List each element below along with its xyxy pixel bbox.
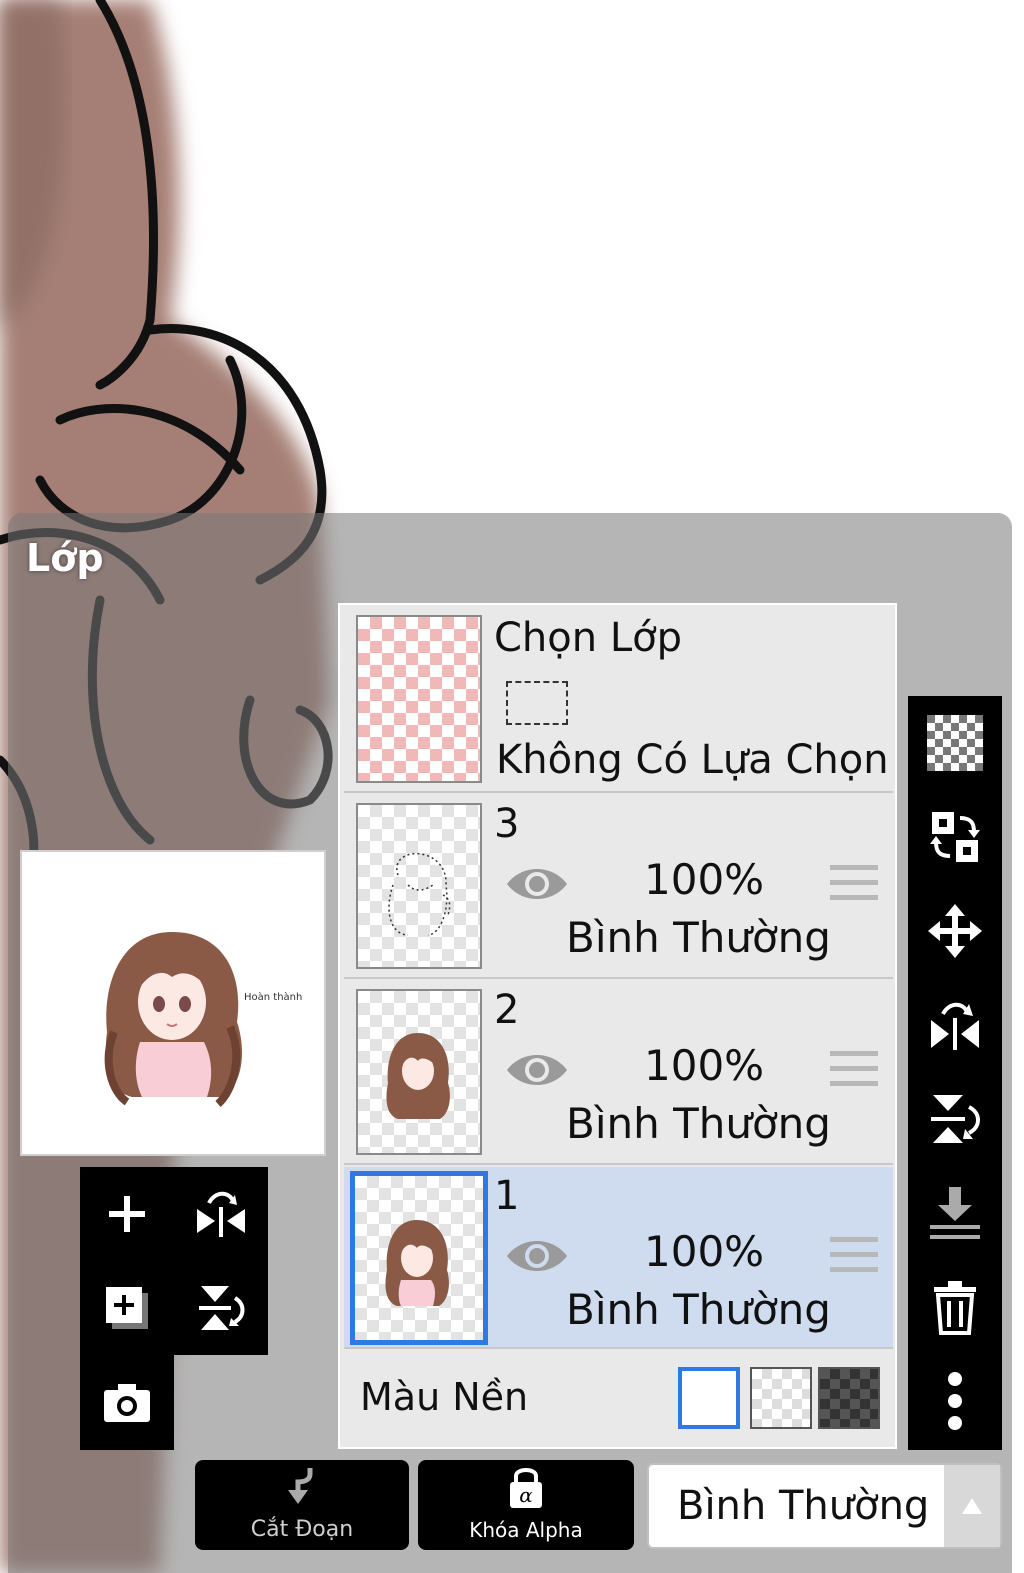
layer-thumbnail [356,989,482,1155]
preview-note: Hoàn thành [244,991,302,1003]
layer-name: 2 [494,987,520,1033]
selection-status: Không Có Lựa Chọn [496,737,889,783]
flip-layer-horizontal-button[interactable] [174,1167,268,1261]
background-transparent-swatch[interactable] [750,1367,812,1429]
add-layer-button[interactable] [80,1167,174,1261]
drag-handle-icon [830,865,878,900]
layer-blend-mode: Bình Thường [566,913,831,962]
trash-icon [934,1281,976,1335]
clipping-label: Cắt Đoạn [250,1517,354,1542]
drag-handle[interactable] [830,1047,878,1095]
layer-blend-mode: Bình Thường [566,1285,831,1334]
chevron-up-icon [962,1498,982,1514]
add-copy-layer-icon [106,1287,148,1329]
layer-opacity: 100% [644,1227,765,1276]
transparency-icon [927,715,983,771]
visibility-toggle[interactable] [504,1233,570,1283]
add-layer-icon [109,1196,145,1232]
drag-handle[interactable] [830,1233,878,1281]
layer-thumbnail [350,1171,488,1345]
layer-list: Chọn Lớp Không Có Lựa Chọn 3 100% Bình T… [338,603,897,1449]
blend-mode-value: Bình Thường [677,1483,930,1529]
flip-h-icon [197,1191,245,1237]
layer-opacity: 100% [644,855,765,904]
eye-icon [507,869,567,899]
layer-name: 1 [494,1173,520,1219]
left-toolbar [80,1167,268,1450]
more-options-button[interactable] [908,1354,1002,1448]
drag-handle-icon [830,1237,878,1272]
transparency-button[interactable] [908,696,1002,790]
delete-layer-button[interactable] [908,1260,1002,1354]
layer-blend-mode: Bình Thường [566,1099,831,1148]
svg-text:α: α [519,1483,533,1507]
visibility-toggle[interactable] [504,1047,570,1097]
blend-mode-dropdown-arrow[interactable] [944,1465,1000,1547]
layer-thumbnail [356,803,482,969]
layer-row-selected[interactable]: 1 100% Bình Thường [344,1167,893,1349]
merge-down-button[interactable] [908,1166,1002,1260]
flip-vertical-button[interactable] [908,1072,1002,1166]
selection-layer-thumbnail [356,615,482,783]
selection-layer-name: Chọn Lớp [494,615,682,661]
clipping-icon [288,1468,313,1504]
preview-artwork: Hoàn thành [104,932,302,1108]
flip-vertical-icon [931,1095,980,1143]
layer-row[interactable]: 3 100% Bình Thường [344,795,893,979]
merge-down-icon [930,1187,980,1239]
flip-horizontal-icon [931,1002,979,1050]
add-copy-layer-button[interactable] [80,1261,174,1355]
clipping-button[interactable]: Cắt Đoạn [195,1460,409,1550]
background-white-swatch[interactable] [678,1367,740,1429]
move-button[interactable] [908,884,1002,978]
canvas-preview[interactable]: Hoàn thành [20,850,326,1156]
layer-opacity: 100% [644,1041,765,1090]
swap-layers-button[interactable] [908,790,1002,884]
move-icon [928,904,982,958]
flip-layer-vertical-button[interactable] [174,1261,268,1355]
background-dark-swatch[interactable] [818,1367,880,1429]
right-toolbar [908,696,1002,1450]
swap-layers-icon [930,812,980,862]
layer-row[interactable]: 2 100% Bình Thường [344,981,893,1165]
drag-handle[interactable] [830,861,878,909]
blend-mode-select[interactable]: Bình Thường [647,1463,1002,1549]
eye-icon [507,1241,567,1271]
background-color-row: Màu Nền [344,1349,893,1443]
panel-title: Lớp [26,536,104,580]
lock-icon: α [510,1468,542,1508]
camera-icon [104,1384,150,1422]
layer-name: 3 [494,801,520,847]
alpha-lock-button[interactable]: α Khóa Alpha [418,1460,634,1550]
eye-icon [507,1055,567,1085]
background-color-label: Màu Nền [360,1375,529,1419]
flip-horizontal-button[interactable] [908,978,1002,1072]
selection-marquee-icon [506,681,568,725]
selection-layer-row[interactable]: Chọn Lớp Không Có Lựa Chọn [344,609,893,793]
alpha-lock-label: Khóa Alpha [469,1518,583,1542]
drag-handle-icon [830,1051,878,1086]
flip-v-icon [199,1286,245,1330]
more-icon [948,1372,962,1430]
camera-button[interactable] [80,1355,174,1449]
visibility-toggle[interactable] [504,861,570,911]
